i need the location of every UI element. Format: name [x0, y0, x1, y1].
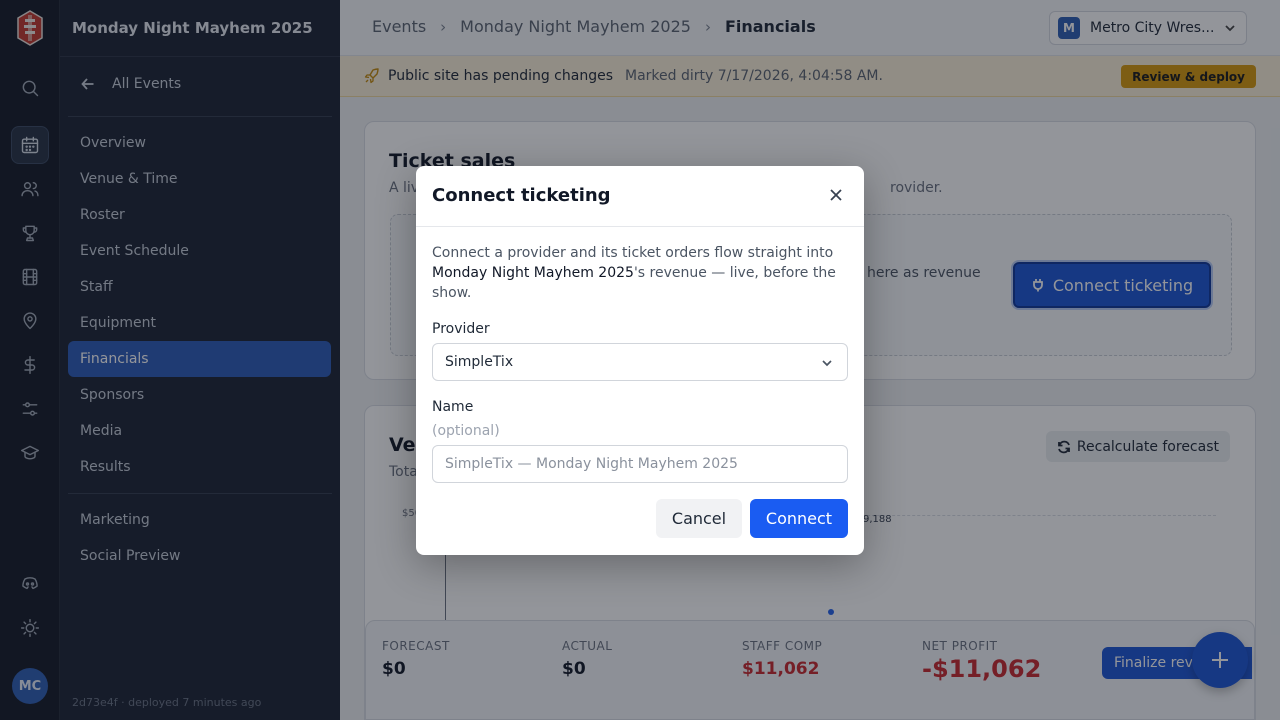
- close-icon[interactable]: [827, 186, 845, 204]
- description-text: Connect a provider and its ticket orders…: [432, 245, 834, 261]
- name-input[interactable]: [432, 445, 848, 483]
- dialog-title: Connect ticketing: [432, 185, 611, 206]
- divider: [416, 226, 864, 227]
- dialog-description: Connect a provider and its ticket orders…: [432, 243, 848, 303]
- cancel-button[interactable]: Cancel: [656, 499, 742, 538]
- name-optional-hint: (optional): [432, 423, 500, 439]
- connect-ticketing-dialog: Connect ticketing Connect a provider and…: [416, 166, 864, 555]
- name-label: Name: [432, 399, 474, 415]
- chevron-down-icon: [822, 360, 832, 367]
- description-event-name: Monday Night Mayhem 2025: [432, 265, 634, 281]
- connect-button[interactable]: Connect: [750, 499, 848, 538]
- provider-select[interactable]: SimpleTix: [432, 343, 848, 381]
- provider-label: Provider: [432, 321, 490, 337]
- provider-value: SimpleTix: [445, 354, 514, 370]
